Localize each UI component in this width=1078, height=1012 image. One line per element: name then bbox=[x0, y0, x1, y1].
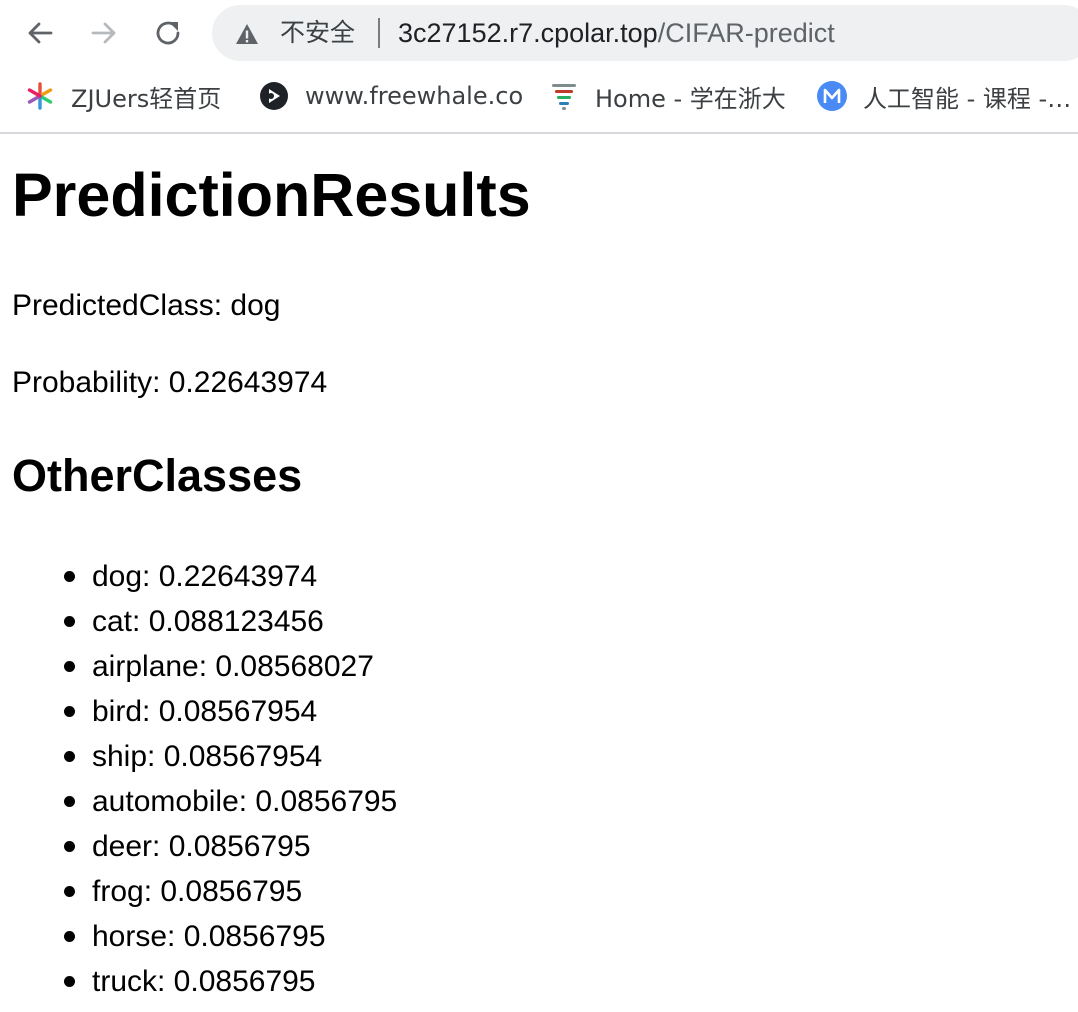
bullet-icon bbox=[64, 931, 75, 942]
class-score-text: airplane: 0.08568027 bbox=[92, 650, 374, 683]
bookmark-label: www.freewhale.co bbox=[305, 82, 524, 110]
class-score-text: ship: 0.08567954 bbox=[92, 740, 323, 773]
arrow-right-icon bbox=[91, 22, 116, 44]
bullet-icon bbox=[64, 571, 75, 582]
class-score-text: deer: 0.0856795 bbox=[92, 830, 311, 863]
reload-button[interactable] bbox=[148, 13, 188, 53]
predicted-class-text: PredictedClass: dog bbox=[12, 289, 281, 322]
class-score-text: frog: 0.0856795 bbox=[92, 875, 303, 908]
url-path: /CIFAR-predict bbox=[657, 18, 835, 48]
class-score-text: dog: 0.22643974 bbox=[92, 560, 318, 593]
bookmark-freewhale[interactable]: www.freewhale.co bbox=[258, 78, 523, 114]
bullet-icon bbox=[64, 616, 75, 627]
bookmarks-bar: ZJUers轻首页 www.freewhale.co Home - 学在浙大 人… bbox=[0, 66, 1078, 134]
list-item: bird: 0.08567954 bbox=[12, 689, 397, 734]
list-item: frog: 0.0856795 bbox=[12, 869, 397, 914]
bookmark-label: Home - 学在浙大 bbox=[595, 84, 786, 113]
bullet-icon bbox=[64, 706, 75, 717]
bookmark-zjuers[interactable]: ZJUers轻首页 bbox=[24, 78, 221, 114]
bullet-icon bbox=[64, 796, 75, 807]
bookmark-label: ZJUers轻首页 bbox=[71, 84, 222, 113]
arrow-left-icon bbox=[28, 22, 53, 44]
whale-icon bbox=[258, 80, 290, 112]
back-button[interactable] bbox=[20, 13, 60, 53]
list-item: ship: 0.08567954 bbox=[12, 734, 397, 779]
warning-triangle-icon bbox=[236, 24, 258, 44]
url-host: 3c27152.r7.cpolar.top bbox=[398, 18, 658, 48]
class-score-text: horse: 0.0856795 bbox=[92, 920, 326, 953]
class-score-text: cat: 0.088123456 bbox=[92, 605, 324, 638]
list-item: truck: 0.0856795 bbox=[12, 959, 397, 1004]
list-item: horse: 0.0856795 bbox=[12, 914, 397, 959]
bookmark-xuezai-zheda[interactable]: Home - 学在浙大 bbox=[548, 78, 786, 114]
bookmark-ai-course[interactable]: 人工智能 - 课程 -… bbox=[816, 78, 1071, 114]
class-score-text: bird: 0.08567954 bbox=[92, 695, 318, 728]
class-score-text: truck: 0.0856795 bbox=[92, 965, 316, 998]
bullet-icon bbox=[64, 841, 75, 852]
pinwheel-icon bbox=[24, 80, 56, 112]
bullet-icon bbox=[64, 751, 75, 762]
stack-icon bbox=[548, 80, 580, 112]
bullet-icon bbox=[64, 886, 75, 897]
probability-text: Probability: 0.22643974 bbox=[12, 366, 328, 399]
bullet-icon bbox=[64, 661, 75, 672]
other-classes-heading: OtherClasses bbox=[12, 450, 303, 501]
list-item: deer: 0.0856795 bbox=[12, 824, 397, 869]
address-bar[interactable]: 不安全 3c27152.r7.cpolar.top/CIFAR-predict bbox=[212, 5, 1078, 61]
m-logo-icon bbox=[816, 80, 848, 112]
page-title: PredictionResults bbox=[12, 161, 531, 229]
list-item: automobile: 0.0856795 bbox=[12, 779, 397, 824]
bookmark-label: 人工智能 - 课程 -… bbox=[863, 84, 1072, 113]
bullet-icon bbox=[64, 976, 75, 987]
security-status-label[interactable]: 不安全 bbox=[280, 17, 355, 49]
reload-icon bbox=[156, 21, 180, 45]
list-item: airplane: 0.08568027 bbox=[12, 644, 397, 689]
forward-button[interactable] bbox=[84, 13, 124, 53]
list-item: dog: 0.22643974 bbox=[12, 554, 397, 599]
other-classes-list: dog: 0.22643974 cat: 0.088123456 airplan… bbox=[12, 554, 397, 1004]
browser-toolbar: 不安全 3c27152.r7.cpolar.top/CIFAR-predict bbox=[0, 0, 1078, 66]
list-item: cat: 0.088123456 bbox=[12, 599, 397, 644]
omnibox-divider bbox=[378, 18, 380, 48]
url-text[interactable]: 3c27152.r7.cpolar.top/CIFAR-predict bbox=[398, 17, 835, 49]
class-score-text: automobile: 0.0856795 bbox=[92, 785, 398, 818]
